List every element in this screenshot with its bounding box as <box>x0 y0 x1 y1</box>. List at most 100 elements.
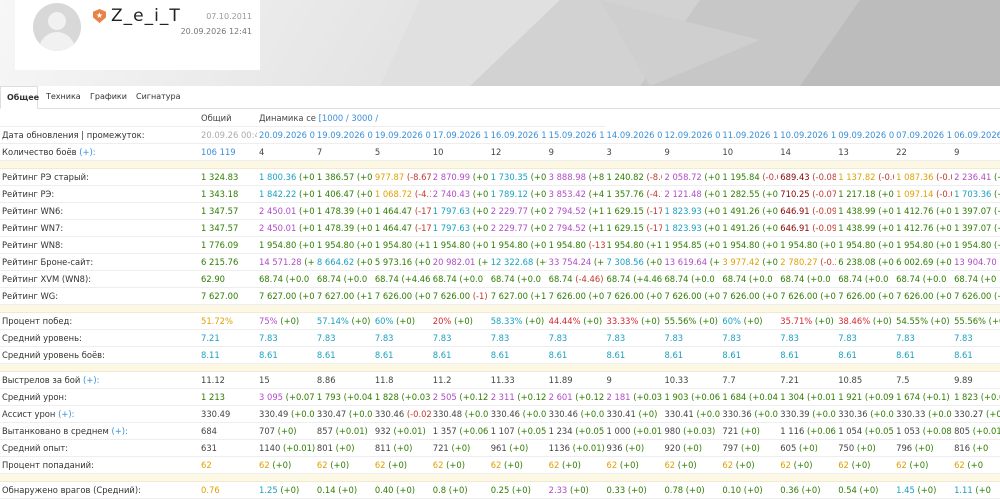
cell-delta: (+0) <box>335 443 355 453</box>
cell-delta: (+0.0 <box>704 223 721 233</box>
table-row: Рейтинг WN7:1 347.572 450.01 (+0.01 478.… <box>0 219 1000 237</box>
table-row: Выстрелов за бой (+): 11.12 15 8.86 11.8 11.2… <box>0 371 1000 389</box>
table-row: Рейтинг WN8:1 776.091 954.80 (+0.01 954.… <box>0 236 1000 254</box>
dynamics-value-cell: 1 116 (+0.06) <box>778 422 837 440</box>
dynamics-value-cell: 8.61 <box>314 346 373 364</box>
cell-value: 1 068.72 <box>374 189 413 199</box>
dynamics-value-cell: 1.25 (+0) <box>257 481 315 499</box>
dynamics-value-cell: 1 386.57 (+0.0 <box>314 168 373 186</box>
cell-value: 2 450.01 <box>259 206 297 216</box>
cell-value: 9 <box>664 147 670 157</box>
cell-value: 605 <box>780 443 797 453</box>
cell-value: 1140 <box>259 443 281 453</box>
row-detail-link[interactable]: (+): <box>111 426 127 436</box>
dynamics-value-cell: 330.27 (+0.02 <box>952 405 1000 423</box>
cell-value: 57.14% <box>316 316 349 326</box>
dynamics-range-links[interactable]: [1000 / 3000 / <box>319 113 379 123</box>
cell-value: 1 343.18 <box>201 189 239 199</box>
cell-value: 5 <box>374 147 381 157</box>
cell-value: 1 954.80 <box>838 240 876 250</box>
cell-value: 62.90 <box>201 274 225 284</box>
cell-value: 2 601 <box>548 392 573 402</box>
cell-value: 68.74 <box>374 274 399 284</box>
row-detail-link[interactable]: (+): <box>83 375 99 385</box>
dynamics-value-cell: 1 491.26 (+0.0 <box>720 202 779 220</box>
row-label-text: Рейтинг Броне-сайт: <box>2 257 94 267</box>
row-detail-link[interactable]: (+): <box>79 147 95 157</box>
cell-delta: (-0.01 <box>762 172 778 182</box>
cell-value: 721 <box>722 426 739 436</box>
dynamics-value-cell: 1 954.80 (+0.0 <box>257 236 315 254</box>
dynamics-value-cell: 68.74 (+0.0 <box>430 270 489 288</box>
cell-delta: (+0.0 <box>472 223 489 233</box>
dynamics-value-cell: 55.56% (+0) <box>662 312 721 330</box>
section-separator <box>0 473 1000 482</box>
cell-value: 1 954.80 <box>896 240 934 250</box>
cell-value: 1 789.12 <box>490 189 528 199</box>
cell-value: 13 904.70 <box>954 257 997 267</box>
cell-delta: (+0.05) <box>696 409 721 419</box>
cell-value: 1 053 <box>896 426 921 436</box>
cell-value: 62 <box>374 460 386 470</box>
cell-value: 3 977.42 <box>722 257 760 267</box>
row-detail-link[interactable]: (+): <box>58 409 74 419</box>
dynamics-value-cell: 8.61 <box>546 346 605 364</box>
cell-delta: (+0.05) <box>517 426 547 436</box>
tab-signature[interactable]: Сигнатура <box>130 86 187 109</box>
dynamics-value-cell: 2 236.41 (+0 <box>952 168 1000 186</box>
profile-header: ★ Z_e_i_T 07.10.2011 20.09.2026 12:41 <box>0 0 1000 86</box>
dynamics-value-cell: 1 054 (+0.05) <box>836 422 895 440</box>
separator-cell <box>0 160 1000 169</box>
cell-value: 797 <box>722 443 739 453</box>
cell-value: 62 <box>606 460 618 470</box>
dynamics-value-cell: 62 (+0) <box>778 456 837 474</box>
cell-value: 10.09.2026 15:4 <box>780 129 837 140</box>
cell-value: 6 002.69 <box>896 257 934 267</box>
cell-delta: (+0.01) <box>572 443 605 453</box>
cell-delta: (+0 <box>994 291 1000 301</box>
dynamics-value-cell: 33.33% (+0) <box>604 312 663 330</box>
dynamics-value-cell: 980 (+0.03) <box>662 422 721 440</box>
cell-delta: (+0.1 <box>530 223 547 233</box>
cell-delta: (+0) <box>735 460 755 470</box>
cell-value: 62 <box>780 460 791 470</box>
dynamics-value-cell: 1 629.15 (-17.8 <box>604 202 663 220</box>
cell-value: 7.83 <box>548 333 568 343</box>
dynamics-value-cell: 7.83 <box>488 329 547 347</box>
cell-value: 9 <box>606 375 612 385</box>
cell-value: 62 <box>259 460 270 470</box>
cell-value: 8.61 <box>780 350 799 360</box>
dynamics-value-cell: 62 (+0) <box>836 456 895 474</box>
dynamics-value-cell: 1 823.93 (+0.0 <box>662 202 721 220</box>
cell-value: 7 627.00 <box>259 291 297 301</box>
dynamics-value-cell: 2 121.48 (+0.0 <box>662 185 721 203</box>
cell-value: 68.74 <box>548 274 573 284</box>
cell-value: 62 <box>838 460 849 470</box>
cell-value: 7 626.00 <box>722 291 760 301</box>
cell-delta: (+0.01) <box>754 409 778 419</box>
dynamics-value-cell: 5 <box>372 143 431 161</box>
row-label-text: Рейтинг XVM (WN8): <box>2 274 92 284</box>
cell-delta: (+0.1 <box>356 257 373 267</box>
cell-value: 7 627.00 <box>201 291 239 301</box>
cell-value: 2 121.48 <box>664 189 702 199</box>
cell-delta: (+0.0 <box>472 240 489 250</box>
dynamics-value-cell: 62 (+0) <box>894 456 953 474</box>
dynamics-value-cell: 4 <box>257 143 315 161</box>
tab-charts[interactable]: Графики <box>84 86 133 109</box>
dynamics-value-cell: 7 626.00 (+0.0 <box>720 287 779 305</box>
tab-vehicles[interactable]: Техника <box>40 86 87 109</box>
dynamics-value-cell: 797 (+0) <box>720 439 779 457</box>
tab-general[interactable]: Общее <box>0 86 39 109</box>
cell-value: 11.2 <box>432 375 452 385</box>
cell-value: 38.46% <box>838 316 871 326</box>
dynamics-value-cell: 14 <box>778 143 837 161</box>
row-label: Обнаружено врагов (Средний): <box>0 481 199 499</box>
cell-value: 7.83 <box>838 333 857 343</box>
row-label-text: Рейтинг WN6: <box>2 206 64 216</box>
row-label-text: Вытанковано в среднем <box>2 426 109 436</box>
dynamics-value-cell: 10 <box>720 143 779 161</box>
dynamics-value-cell: 68.74 (+0.0 <box>314 270 373 288</box>
total-value-cell: 7.21 <box>199 329 257 347</box>
cell-delta: (+1. <box>593 257 605 267</box>
